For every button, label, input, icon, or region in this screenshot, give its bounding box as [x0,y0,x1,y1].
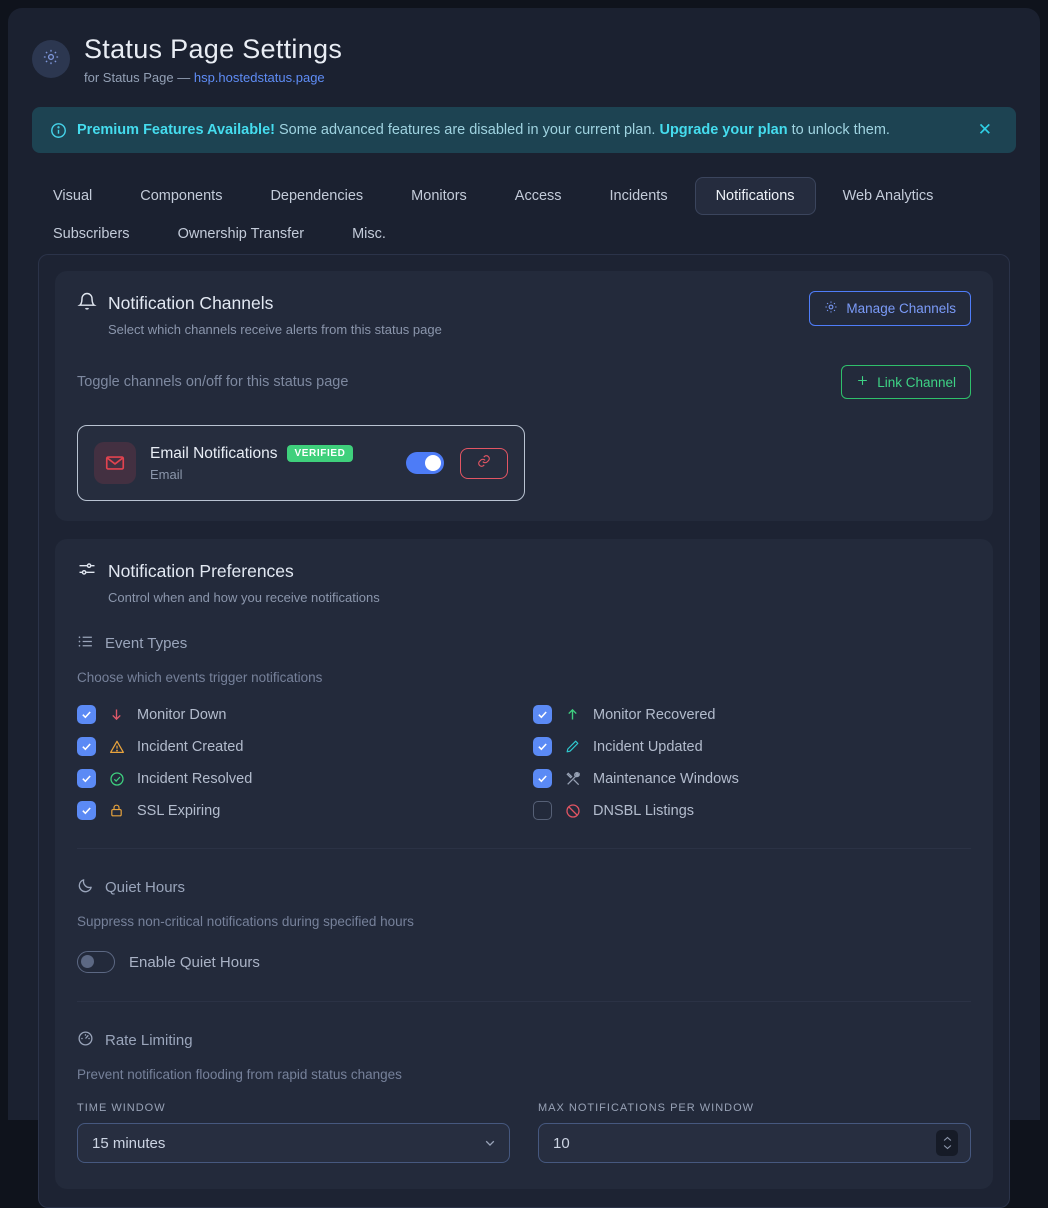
check-circle-icon [108,771,125,787]
tab-components[interactable]: Components [119,177,243,215]
email-icon [94,442,136,484]
upgrade-plan-link[interactable]: Upgrade your plan [659,122,787,138]
rate-limiting-description: Prevent notification flooding from rapid… [77,1067,971,1082]
banner-bold: Premium Features Available! [77,122,275,138]
max-notifications-input[interactable] [553,1135,853,1152]
gear-icon [824,300,838,317]
event-incident-created: Incident Created [77,737,533,756]
time-window-field: TIME WINDOW 15 minutes [77,1102,510,1163]
chevron-down-icon [483,1136,497,1150]
arrow-up-icon [564,707,581,722]
checkbox-dnsbl-listings[interactable] [533,801,552,820]
time-window-value: 15 minutes [92,1135,165,1152]
tab-dependencies[interactable]: Dependencies [249,177,384,215]
event-types-grid: Monitor Down Monitor Recovered [77,705,989,820]
settings-page: Status Page Settings for Status Page — h… [8,8,1040,1120]
quiet-hours-description: Suppress non-critical notifications duri… [77,914,971,929]
event-dnsbl-listings: DNSBL Listings [533,801,989,820]
tab-notifications[interactable]: Notifications [695,177,816,215]
channels-subtitle: Select which channels receive alerts fro… [108,322,442,337]
bell-icon [77,291,97,316]
quiet-hours-heading: Quiet Hours [77,877,971,898]
checkbox-ssl-expiring[interactable] [77,801,96,820]
time-window-select[interactable]: 15 minutes [77,1123,510,1163]
page-title: Status Page Settings [84,34,342,65]
premium-banner: Premium Features Available! Some advance… [32,107,1016,153]
info-icon [50,122,67,139]
tools-icon [564,771,581,787]
toggle-hint: Toggle channels on/off for this status p… [77,374,348,390]
channel-name: Email Notifications [150,445,278,463]
list-icon [77,633,94,654]
notification-channels-card: Notification Channels Select which chann… [55,271,993,521]
checkbox-monitor-recovered[interactable] [533,705,552,724]
event-monitor-recovered: Monitor Recovered [533,705,989,724]
channels-heading: Notification Channels [77,291,442,316]
lock-icon [108,803,125,818]
checkbox-incident-updated[interactable] [533,737,552,756]
tab-monitors[interactable]: Monitors [390,177,488,215]
tab-ownership-transfer[interactable]: Ownership Transfer [157,215,326,253]
preferences-heading: Notification Preferences [77,559,971,584]
chain-link-icon [477,454,491,473]
sliders-icon [77,559,97,584]
max-notifications-input-box [538,1123,971,1163]
event-monitor-down: Monitor Down [77,705,533,724]
tab-subscribers[interactable]: Subscribers [32,215,151,253]
number-stepper-icon[interactable] [936,1130,958,1156]
max-notifications-field: MAX NOTIFICATIONS PER WINDOW [538,1102,971,1163]
event-types-heading: Event Types [77,633,971,654]
notification-preferences-card: Notification Preferences Control when an… [55,539,993,1189]
rate-limiting-heading: Rate Limiting [77,1030,971,1051]
quiet-hours-toggle-label: Enable Quiet Hours [129,954,260,971]
verified-badge: VERIFIED [287,445,354,462]
gear-icon [42,48,60,71]
event-ssl-expiring: SSL Expiring [77,801,533,820]
pencil-icon [564,739,581,754]
checkbox-incident-resolved[interactable] [77,769,96,788]
page-header: Status Page Settings for Status Page — h… [8,8,1040,101]
gauge-icon [77,1030,94,1051]
checkbox-monitor-down[interactable] [77,705,96,724]
unlink-channel-button[interactable] [460,448,508,479]
page-subtitle: for Status Page — hsp.hostedstatus.page [84,70,342,85]
ban-icon [564,803,581,819]
tab-access[interactable]: Access [494,177,583,215]
tab-misc[interactable]: Misc. [331,215,407,253]
tab-web-analytics[interactable]: Web Analytics [822,177,955,215]
event-incident-updated: Incident Updated [533,737,989,756]
section-divider [77,848,971,849]
gear-badge [32,40,70,78]
tab-incidents[interactable]: Incidents [589,177,689,215]
banner-close-icon[interactable]: ✕ [972,116,998,144]
arrow-down-icon [108,707,125,722]
plus-icon [856,374,869,390]
channel-type: Email [150,467,376,482]
notifications-panel: Notification Channels Select which chann… [38,254,1010,1208]
event-types-description: Choose which events trigger notification… [77,670,971,685]
banner-text: Premium Features Available! Some advance… [77,122,890,138]
checkbox-incident-created[interactable] [77,737,96,756]
checkbox-maintenance-windows[interactable] [533,769,552,788]
manage-channels-button[interactable]: Manage Channels [809,291,971,326]
moon-icon [77,877,94,898]
event-maintenance-windows: Maintenance Windows [533,769,989,788]
status-page-link[interactable]: hsp.hostedstatus.page [194,70,325,85]
warning-icon [108,739,125,755]
link-channel-button[interactable]: Link Channel [841,365,971,399]
tab-visual[interactable]: Visual [32,177,113,215]
email-channel-card: Email Notifications VERIFIED Email [77,425,525,501]
event-incident-resolved: Incident Resolved [77,769,533,788]
preferences-subtitle: Control when and how you receive notific… [108,590,971,605]
max-notifications-label: MAX NOTIFICATIONS PER WINDOW [538,1102,971,1114]
settings-tabs: Visual Components Dependencies Monitors … [32,177,972,253]
email-channel-toggle[interactable] [406,452,444,474]
quiet-hours-toggle[interactable] [77,951,115,973]
time-window-label: TIME WINDOW [77,1102,510,1114]
section-divider [77,1001,971,1002]
